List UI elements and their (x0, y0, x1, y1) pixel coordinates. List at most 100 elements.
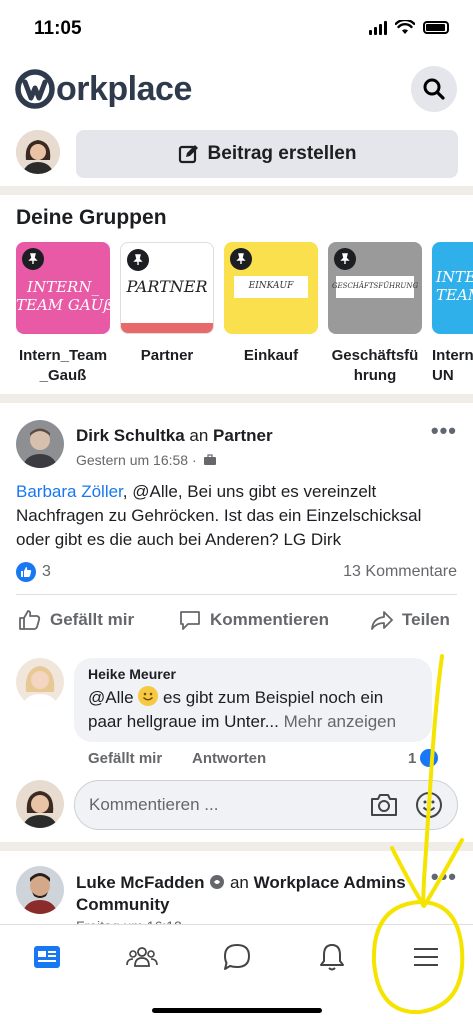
group-name: Einkauf (243, 347, 299, 364)
post-mention-link[interactable]: Barbara Zöller (16, 482, 123, 501)
emoji-icon[interactable] (415, 791, 443, 819)
user-avatar[interactable] (16, 130, 60, 174)
workplace-logo-text: orkplace (56, 69, 192, 108)
post-author-avatar-image (16, 420, 64, 468)
comment-input[interactable]: Kommentieren ... (74, 780, 458, 830)
post-meta: Gestern um 16:58 · (76, 452, 217, 468)
comment-input-placeholder: Kommentieren ... (89, 795, 219, 814)
group-name: Partner (140, 347, 194, 364)
post-group-link[interactable]: Partner (213, 426, 273, 445)
groups-carousel[interactable]: INTERN_ TEAM GAUß Intern_Team _Gauß PART… (16, 242, 473, 392)
group-card-partner[interactable]: PARTNER Partner (120, 242, 214, 366)
post-body: Barbara Zöller, @Alle, Bei uns gibt es v… (16, 480, 456, 552)
group-cover: PARTNER (120, 242, 214, 334)
home-indicator (152, 1008, 322, 1013)
group-card-einkauf[interactable]: EINKAUF Einkauf (224, 242, 318, 366)
comment-button[interactable]: Kommentieren (178, 608, 329, 632)
battery-icon (423, 21, 449, 34)
group-cover-text: PARTNER (126, 277, 208, 296)
comment-like-button[interactable]: Gefällt mir (88, 750, 162, 767)
tab-menu[interactable] (401, 935, 451, 979)
comment-button-label: Kommentieren (210, 610, 330, 629)
post-connector: an (189, 426, 209, 445)
post-options-button[interactable]: ••• (431, 418, 457, 444)
post-author-name[interactable]: Dirk Schultka (76, 426, 185, 445)
group-name: Intern_Team _Gauß (18, 347, 108, 384)
thumbs-up-icon (19, 610, 41, 630)
commenter-avatar-image (16, 658, 64, 706)
like-button[interactable]: Gefällt mir (18, 608, 134, 632)
group-name: Geschäftsfü hrung (331, 347, 419, 384)
group-card-intern-team-gauss[interactable]: INTERN_ TEAM GAUß Intern_Team _Gauß (16, 242, 110, 386)
post-timestamp[interactable]: Gestern um 16:58 · (76, 452, 197, 468)
cell-signal-icon (369, 20, 387, 35)
notifications-bell-icon (320, 944, 344, 971)
status-icons (369, 20, 449, 35)
app-header: orkplace (0, 60, 473, 120)
verified-badge-icon (210, 875, 225, 889)
pin-icon (22, 248, 44, 270)
group-card-geschaeftsfuehrung[interactable]: GESCHÄFTSFÜHRUNG Geschäftsfü hrung (328, 242, 422, 386)
home-feed-icon (34, 946, 60, 968)
post2-author-name[interactable]: Luke McFadden (76, 873, 204, 892)
group-card-intern-un[interactable]: INTE TEAM Intern UN (432, 242, 473, 386)
current-user-avatar[interactable] (16, 780, 64, 828)
post2-author-avatar[interactable] (16, 866, 64, 914)
search-button[interactable] (411, 66, 457, 112)
share-button[interactable]: Teilen (370, 608, 450, 632)
smile-emoji-icon (138, 686, 159, 706)
pin-icon (334, 248, 356, 270)
user-avatar-image (16, 130, 60, 174)
group-name: Intern UN (432, 347, 473, 384)
post2-author-line: Luke McFadden an Workplace Admins Commun… (76, 872, 436, 916)
tab-chat[interactable] (212, 935, 262, 979)
edit-icon (178, 145, 198, 164)
create-post-button[interactable]: Beitrag erstellen (76, 130, 458, 178)
tab-notifications[interactable] (307, 935, 357, 979)
bottom-tab-bar (0, 924, 473, 994)
like-button-label: Gefällt mir (50, 610, 135, 629)
workplace-logo-mark (15, 69, 55, 109)
groups-icon (126, 947, 158, 967)
group-cover-text: GESCHÄFTSFÜHRUNG (331, 282, 419, 290)
group-cover: GESCHÄFTSFÜHRUNG (328, 242, 422, 334)
pin-icon (230, 248, 252, 270)
pin-icon (127, 249, 149, 271)
workplace-logo: orkplace (14, 68, 192, 110)
post2-connector: an (229, 873, 249, 892)
groups-section-title: Deine Gruppen (16, 206, 167, 229)
section-divider (0, 842, 473, 851)
post-author-avatar[interactable] (16, 420, 64, 468)
section-divider (0, 186, 473, 195)
commenter-avatar[interactable] (16, 658, 64, 706)
post2-options-button[interactable]: ••• (431, 864, 457, 890)
comment-count[interactable]: 13 Kommentare (343, 563, 457, 581)
post-reactions-row: 3 13 Kommentare (16, 562, 457, 584)
briefcase-icon (203, 454, 216, 465)
share-icon (371, 611, 393, 630)
like-reaction-icon[interactable] (16, 562, 36, 582)
group-cover-text: INTE TEAM (436, 268, 473, 304)
group-cover-stripe (121, 323, 213, 333)
status-time: 11:05 (34, 18, 82, 39)
wifi-icon (395, 20, 415, 34)
show-more-link[interactable]: Mehr anzeigen (284, 712, 396, 731)
status-bar: 11:05 (0, 0, 473, 56)
comment-text: @Alle es gibt zum Beispiel noch ein paar… (88, 686, 418, 734)
comment-author[interactable]: Heike Meurer (88, 666, 418, 682)
comment-reply-button[interactable]: Antworten (192, 750, 266, 767)
like-count[interactable]: 3 (42, 563, 51, 581)
post-actions: Gefällt mir Kommentieren Teilen (0, 608, 473, 638)
comment-reaction-count[interactable]: 1 (408, 750, 416, 767)
group-cover-text: EINKAUF (248, 281, 294, 291)
group-cover: INTE TEAM (432, 242, 473, 334)
comment-bubble[interactable]: Heike Meurer @Alle es gibt zum Beispiel … (74, 658, 432, 742)
menu-icon (414, 948, 438, 966)
camera-icon[interactable] (369, 792, 399, 818)
post2-author-avatar-image (16, 866, 64, 914)
search-icon (423, 78, 445, 100)
create-post-label: Beitrag erstellen (207, 143, 357, 164)
tab-home[interactable] (22, 935, 72, 979)
tab-groups[interactable] (117, 935, 167, 979)
section-divider (0, 394, 473, 403)
